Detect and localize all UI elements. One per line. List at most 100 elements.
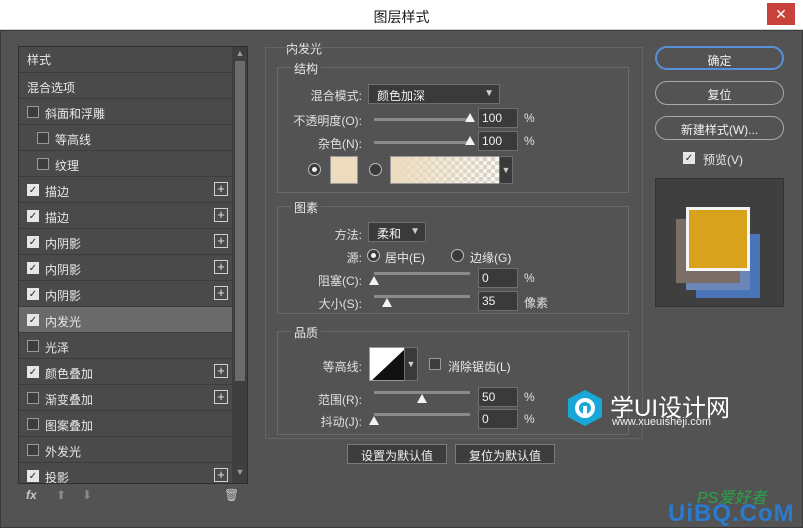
style-item-checkbox[interactable]: ✓ — [27, 470, 39, 482]
choke-slider[interactable] — [374, 272, 470, 275]
add-effect-plus-icon[interactable]: + — [214, 260, 228, 274]
add-effect-plus-icon[interactable]: + — [214, 468, 228, 482]
blend-mode-select[interactable]: 颜色加深 ▼ — [368, 84, 500, 104]
style-list-item[interactable]: ✓ 颜色叠加 + — [19, 359, 232, 385]
size-input[interactable]: 35 — [478, 291, 518, 311]
style-item-checkbox[interactable]: ✓ — [27, 288, 39, 300]
style-item-checkbox[interactable] — [27, 340, 39, 352]
style-list-item[interactable]: ✓ 内阴影 + — [19, 229, 232, 255]
add-effect-plus-icon[interactable]: + — [214, 286, 228, 300]
style-item-checkbox[interactable] — [27, 392, 39, 404]
scroll-up-icon[interactable]: ▲ — [232, 48, 247, 58]
trash-icon[interactable]: 🗑 — [224, 488, 239, 502]
choke-slider-handle[interactable] — [369, 276, 379, 285]
contour-label: 等高线: — [322, 360, 362, 374]
style-item-checkbox[interactable]: ✓ — [27, 366, 39, 378]
chevron-down-icon: ▼ — [406, 359, 416, 369]
noise-input[interactable]: 100 — [478, 131, 518, 151]
opacity-slider[interactable] — [374, 118, 470, 121]
style-item-checkbox[interactable]: ✓ — [27, 184, 39, 196]
reset-button[interactable]: 复位 — [655, 81, 784, 105]
solid-color-radio[interactable] — [308, 163, 321, 176]
opacity-slider-handle[interactable] — [465, 113, 475, 122]
size-slider-handle[interactable] — [382, 298, 393, 307]
reset-default-button[interactable]: 复位为默认值 — [455, 444, 555, 464]
style-item-checkbox[interactable] — [27, 106, 39, 118]
style-list-item[interactable]: ✓ 内阴影 + — [19, 281, 232, 307]
source-center-radio[interactable] — [367, 249, 380, 262]
style-item-checkbox[interactable]: ✓ — [27, 314, 39, 326]
styles-list-scrollbar[interactable]: ▲ ▼ — [232, 47, 247, 483]
method-select[interactable]: 柔和 ▼ — [368, 222, 426, 242]
source-edge-radio[interactable] — [451, 249, 464, 262]
add-effect-plus-icon[interactable]: + — [214, 234, 228, 248]
jitter-unit: % — [524, 412, 535, 426]
chevron-down-icon: ▼ — [501, 165, 511, 175]
contour-preview[interactable] — [369, 347, 405, 381]
style-list-item[interactable]: ✓ 内阴影 + — [19, 255, 232, 281]
add-effect-plus-icon[interactable]: + — [214, 390, 228, 404]
choke-input[interactable]: 0 — [478, 268, 518, 288]
contour-curve-icon — [372, 349, 404, 380]
range-slider-handle[interactable] — [417, 394, 427, 403]
style-item-checkbox[interactable] — [37, 158, 49, 170]
jitter-input[interactable]: 0 — [478, 409, 518, 429]
gradient-picker-dropdown[interactable]: ▼ — [499, 156, 513, 184]
add-effect-plus-icon[interactable]: + — [214, 182, 228, 196]
chevron-down-icon: ▼ — [410, 226, 420, 237]
add-effect-plus-icon[interactable]: + — [214, 208, 228, 222]
style-list-item[interactable]: 外发光 — [19, 437, 232, 463]
move-down-icon[interactable]: ⬇ — [82, 488, 92, 502]
styles-header[interactable]: 样式 — [19, 47, 232, 73]
style-list-item[interactable]: 渐变叠加 + — [19, 385, 232, 411]
scrollbar-thumb[interactable] — [235, 61, 245, 381]
style-list-item[interactable]: ✓ 描边 + — [19, 203, 232, 229]
style-item-checkbox[interactable]: ✓ — [27, 236, 39, 248]
opacity-input[interactable]: 100 — [478, 108, 518, 128]
move-up-icon[interactable]: ⬆ — [56, 488, 66, 502]
glow-color-swatch[interactable] — [330, 156, 358, 184]
noise-slider[interactable] — [374, 141, 470, 144]
new-style-button[interactable]: 新建样式(W)... — [655, 116, 784, 140]
scroll-down-icon[interactable]: ▼ — [232, 467, 247, 477]
range-input[interactable]: 50 — [478, 387, 518, 407]
style-list-item[interactable]: 斜面和浮雕 — [19, 99, 232, 125]
style-list-item[interactable]: 图案叠加 — [19, 411, 232, 437]
style-list-item[interactable]: 混合选项 — [19, 73, 232, 99]
style-item-checkbox[interactable] — [37, 132, 49, 144]
glow-gradient-swatch[interactable] — [390, 156, 500, 184]
style-item-checkbox[interactable]: ✓ — [27, 262, 39, 274]
style-list-item[interactable]: 光泽 — [19, 333, 232, 359]
antialias-checkbox[interactable] — [429, 358, 441, 370]
style-item-checkbox[interactable] — [27, 444, 39, 456]
style-list-item[interactable]: 等高线 — [19, 125, 232, 151]
fx-icon[interactable]: fx — [26, 488, 37, 502]
preview-checkbox[interactable]: ✓ — [683, 152, 695, 164]
noise-slider-handle[interactable] — [465, 136, 475, 145]
jitter-slider-handle[interactable] — [369, 416, 379, 425]
gradient-radio[interactable] — [369, 163, 382, 176]
style-item-label: 斜面和浮雕 — [45, 107, 106, 121]
title-bar: 图层样式 ✕ — [0, 0, 803, 30]
style-item-label: 渐变叠加 — [45, 393, 94, 407]
style-item-checkbox[interactable] — [27, 418, 39, 430]
range-label: 范围(R): — [318, 393, 362, 407]
style-list-item[interactable]: ✓ 投影 + — [19, 463, 232, 483]
close-button[interactable]: ✕ — [767, 3, 795, 25]
method-value: 柔和 — [377, 227, 402, 241]
noise-unit: % — [524, 134, 535, 148]
contour-dropdown[interactable]: ▼ — [404, 347, 418, 381]
blend-mode-label: 混合模式: — [310, 89, 362, 103]
ok-button[interactable]: 确定 — [655, 46, 784, 70]
style-item-checkbox[interactable]: ✓ — [27, 210, 39, 222]
set-default-button[interactable]: 设置为默认值 — [347, 444, 447, 464]
style-list-item[interactable]: ✓ 描边 + — [19, 177, 232, 203]
jitter-slider[interactable] — [374, 413, 470, 416]
size-label: 大小(S): — [318, 297, 362, 311]
preview-label: 预览(V) — [703, 153, 743, 167]
style-list-item[interactable]: ✓ 内发光 — [19, 307, 232, 333]
add-effect-plus-icon[interactable]: + — [214, 364, 228, 378]
choke-unit: % — [524, 271, 535, 285]
style-list-item[interactable]: 纹理 — [19, 151, 232, 177]
logo-mark — [565, 388, 605, 431]
